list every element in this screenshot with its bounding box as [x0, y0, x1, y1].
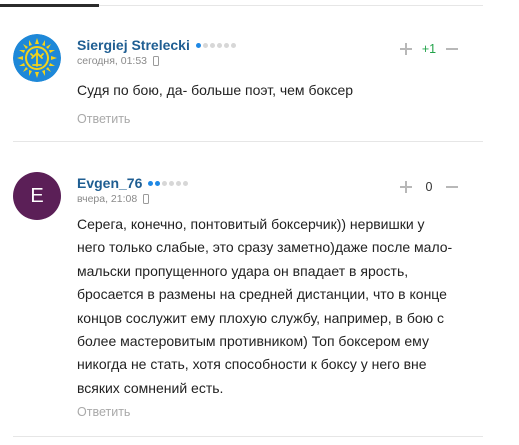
reply-button[interactable]: Ответить — [77, 112, 130, 126]
comment-item: E Evgen_76 вчера, 21:08 0 Серега, конечн… — [0, 162, 483, 432]
comment-timestamp: сегодня, 01:53 — [77, 55, 148, 67]
comment-text: Серега, конечно, понтовитый боксерчик)) … — [77, 213, 480, 400]
avatar[interactable]: E — [13, 172, 61, 220]
avatar-initial: E — [30, 185, 44, 207]
comment-score: 0 — [425, 180, 433, 194]
downvote-minus-icon[interactable] — [444, 179, 460, 195]
vote-controls: 0 — [398, 178, 476, 196]
sun-emblem-icon — [13, 34, 61, 82]
comment-text-line: него только слабые, это сразу заметно)да… — [77, 239, 453, 256]
comment-item: Siergiej Strelecki сегодня, 01:53 +1 Суд… — [0, 24, 483, 140]
comment-divider — [13, 436, 483, 437]
user-rating-dots — [195, 42, 236, 48]
comment-text-line: более мастеровитым противником) Топ бокс… — [77, 333, 429, 350]
upvote-plus-icon[interactable] — [398, 41, 414, 57]
comment-text-line: никогда не стать, хотя способности к бок… — [77, 356, 427, 373]
vote-controls: +1 — [398, 40, 476, 58]
comment-author-link[interactable]: Evgen_76 — [77, 175, 142, 191]
user-rating-dots — [148, 180, 189, 186]
mobile-device-icon — [143, 194, 150, 204]
comment-score: +1 — [421, 42, 437, 56]
upvote-plus-icon[interactable] — [398, 179, 414, 195]
reply-button[interactable]: Ответить — [77, 405, 130, 419]
active-section-indicator — [0, 4, 99, 7]
comment-text: Судя по бою, да- больше поэт, чем боксер — [77, 82, 354, 98]
downvote-minus-icon[interactable] — [444, 41, 460, 57]
comment-text-line: бросается в размены на средней дистанции… — [77, 286, 447, 303]
comment-text-line: Серега, конечно, понтовитый боксерчик)) … — [77, 216, 425, 232]
mobile-device-icon — [153, 56, 160, 66]
comment-author-link[interactable]: Siergiej Strelecki — [77, 37, 190, 53]
comment-text-line: мальски пропущенного удара он впадает в … — [77, 262, 409, 279]
comment-divider — [13, 141, 483, 142]
comment-text-line: всяких сомнений есть. — [77, 379, 224, 396]
avatar[interactable] — [13, 34, 61, 82]
comment-timestamp: вчера, 21:08 — [77, 193, 138, 205]
comment-text-line: концов сослужит ему плохую службу, напри… — [77, 309, 445, 326]
